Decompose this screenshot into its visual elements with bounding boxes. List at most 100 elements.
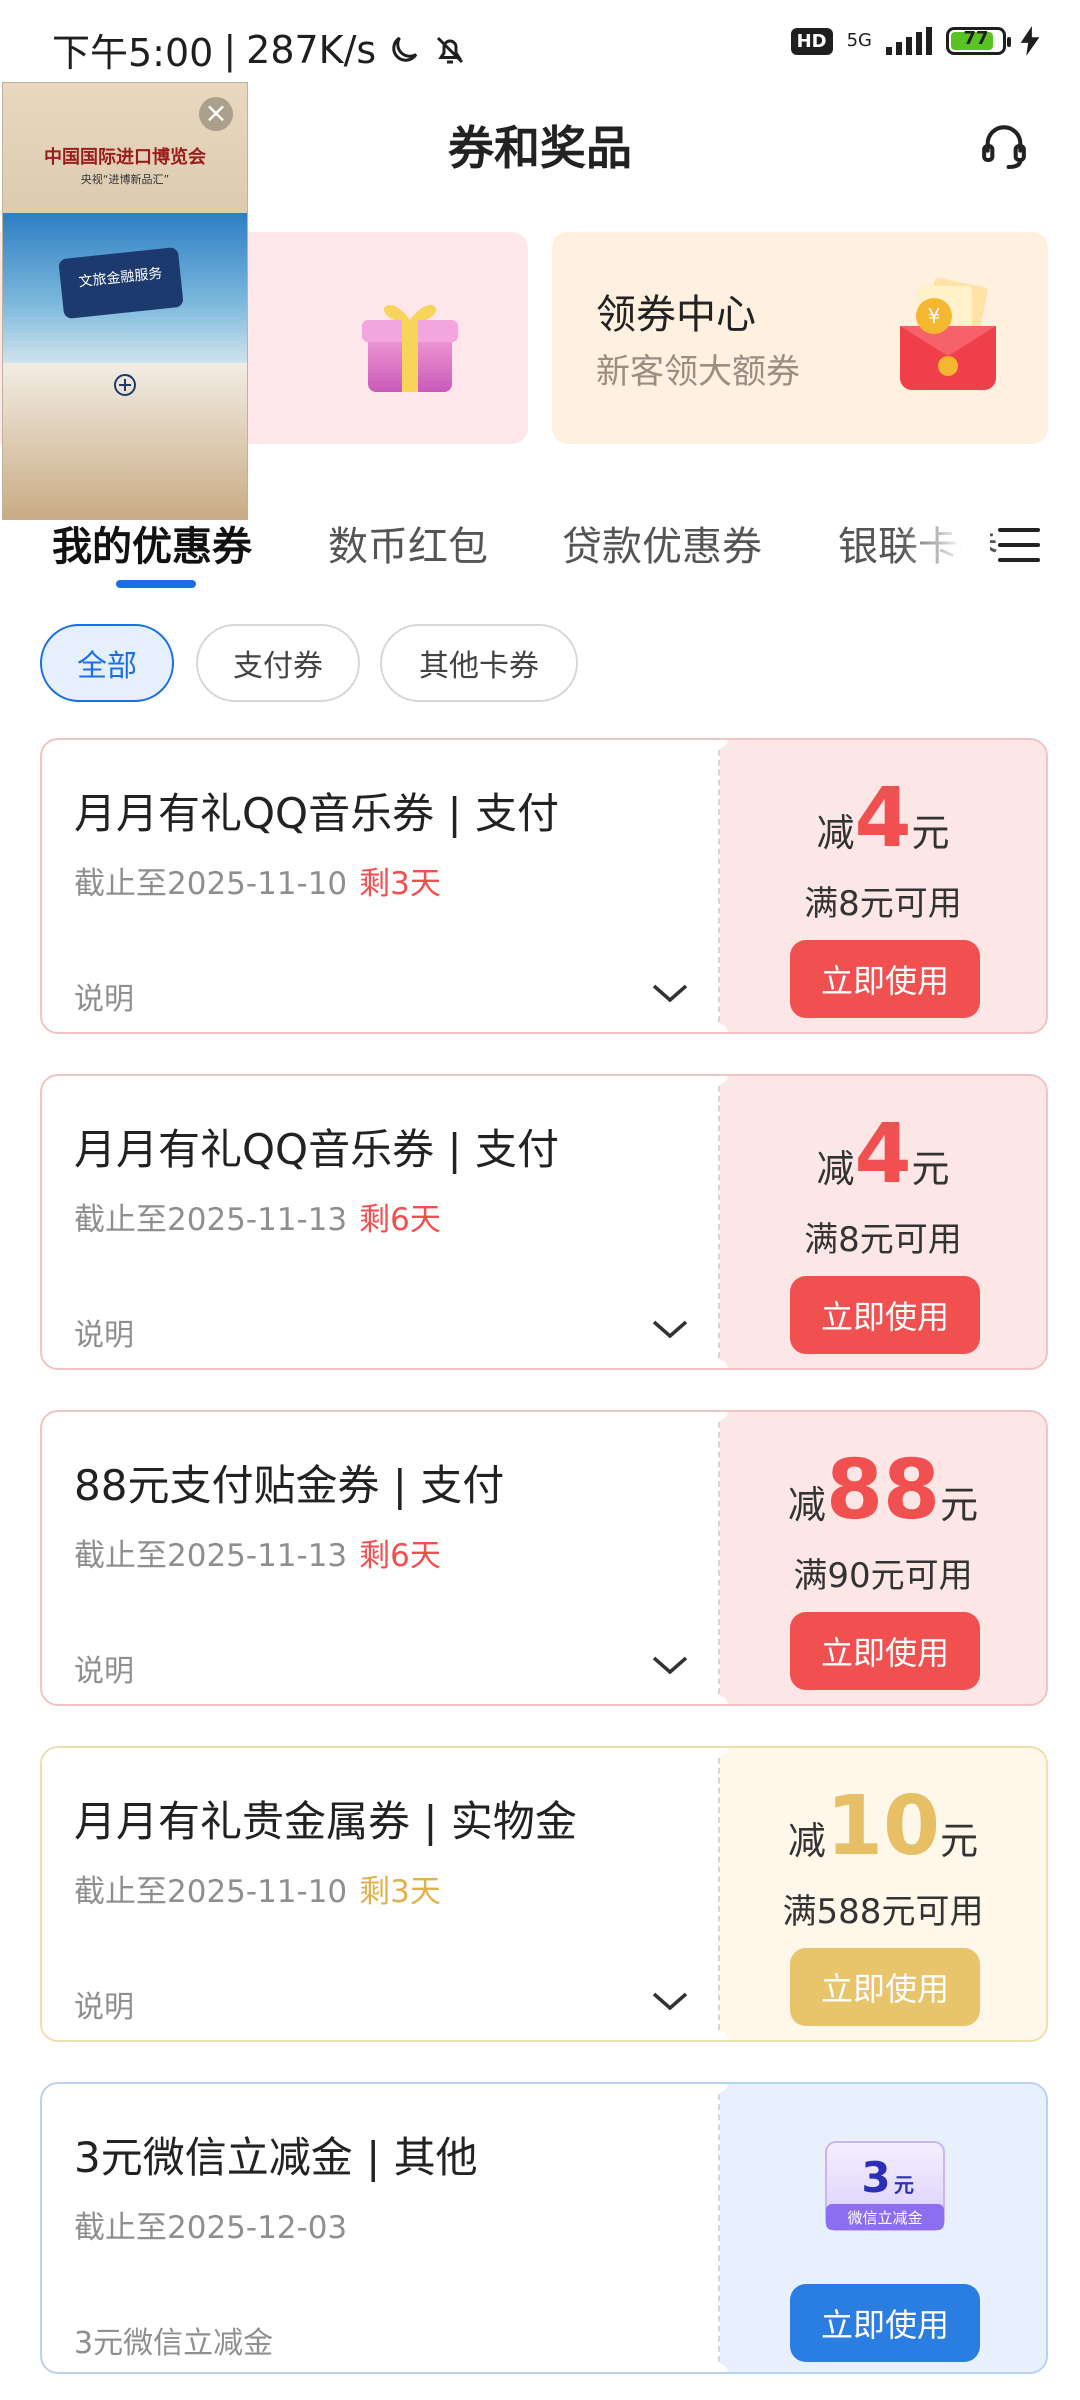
coupon-title: 月月有礼QQ音乐券 | 支付: [74, 789, 559, 838]
ad-close-button[interactable]: ×: [199, 97, 233, 131]
gift-icon: [362, 305, 458, 392]
coupon-tabs: 我的优惠券 数币红包 贷款优惠券 银联卡券: [0, 500, 1080, 600]
chevron-down-icon[interactable]: [650, 1988, 690, 2014]
use-now-button[interactable]: 立即使用: [790, 940, 980, 1018]
charging-icon: [1020, 26, 1040, 56]
use-now-button[interactable]: 立即使用: [790, 1276, 980, 1354]
bank-logo-icon: [3, 373, 247, 400]
coupon-condition: 满90元可用: [793, 1556, 973, 1596]
coupon-expiry: 截止至2025-12-03: [74, 2202, 347, 2247]
coupon-amount: 减88元: [720, 1450, 1046, 1532]
coupon-description-label: 说明: [74, 1990, 134, 2025]
use-now-button[interactable]: 立即使用: [790, 1948, 980, 2026]
chevron-down-icon[interactable]: [650, 1316, 690, 1342]
coupon-description-label: 说明: [74, 1654, 134, 1689]
coupon-divider: [718, 1748, 720, 2040]
status-time: 下午5:00: [52, 31, 214, 75]
coupon-amount-prefix: 减: [816, 811, 855, 855]
coupon-expiry-date: 截止至2025-12-03: [74, 2210, 348, 2246]
coupon-value-panel: 3 元 微信立减金 立即使用: [720, 2084, 1046, 2372]
ticket-unit: 元: [894, 2173, 914, 2197]
coupon-amount-prefix: 减: [787, 1819, 826, 1863]
coupon-amount-prefix: 减: [787, 1483, 826, 1527]
coupon-title: 3元微信立减金 | 其他: [74, 2133, 478, 2182]
coupon-condition: 满588元可用: [782, 1892, 984, 1932]
wechat-cash-ticket-icon: 3 元 微信立减金: [825, 2141, 945, 2231]
coupon-condition: 满8元可用: [804, 884, 962, 924]
coupon-divider: [718, 2084, 720, 2372]
coupon-expiry-date: 截止至2025-11-13: [74, 1538, 348, 1574]
coupon-card: 88元支付贴金券 | 支付 截止至2025-11-13 剩6天 说明 减88元 满…: [40, 1410, 1048, 1706]
promo-card-coupon-center[interactable]: 领券中心 新客领大额券 ¥: [552, 232, 1048, 444]
use-now-button[interactable]: 立即使用: [790, 1612, 980, 1690]
coupon-card: 3元微信立减金 | 其他 截止至2025-12-03 3元微信立减金 3 元 微…: [40, 2082, 1048, 2374]
coupon-card: 月月有礼QQ音乐券 | 支付 截止至2025-11-13 剩6天 说明 减4元 满…: [40, 1074, 1048, 1370]
filter-chip-other[interactable]: 其他卡券: [380, 624, 578, 702]
bell-off-icon: [437, 36, 464, 63]
coupon-expiry-date: 截止至2025-11-10: [74, 1874, 348, 1910]
coupon-value-panel: 减10元 满588元可用 立即使用: [720, 1748, 1046, 2040]
coupon-value-panel: 减4元 满8元可用 立即使用: [720, 1076, 1046, 1368]
coupon-divider: [718, 740, 720, 1032]
coupon-description-label: 说明: [74, 1318, 134, 1353]
status-speed: 287K/s: [246, 27, 377, 72]
tab-digital-red-envelope[interactable]: 数币红包: [328, 514, 488, 572]
coupon-amount-value: 10: [825, 1779, 941, 1874]
filter-chip-payment[interactable]: 支付券: [196, 624, 360, 702]
filter-chip-all[interactable]: 全部: [40, 624, 174, 702]
ad-badge-text: 文旅金融服务: [77, 265, 164, 291]
coupon-description-label: 说明: [74, 982, 134, 1017]
customer-service-icon[interactable]: [976, 118, 1032, 174]
coupon-info[interactable]: 月月有礼QQ音乐券 | 支付 截止至2025-11-10 剩3天 说明: [42, 740, 718, 1032]
coupon-amount-prefix: 减: [816, 1147, 855, 1191]
coupon-amount-suffix: 元: [911, 811, 950, 855]
coupon-card: 月月有礼QQ音乐券 | 支付 截止至2025-11-10 剩3天 说明 减4元 满…: [40, 738, 1048, 1034]
coupon-card: 月月有礼贵金属券 | 实物金 截止至2025-11-10 剩3天 说明 减10元 …: [40, 1746, 1048, 2042]
coupon-expiry: 截止至2025-11-13 剩6天: [74, 1194, 441, 1239]
coupon-center-title: 领券中心: [596, 292, 756, 338]
coupon-expiry: 截止至2025-11-10 剩3天: [74, 1866, 441, 1911]
coupon-amount: 减10元: [720, 1786, 1046, 1868]
svg-text:¥: ¥: [928, 304, 941, 328]
coupon-info[interactable]: 3元微信立减金 | 其他 截止至2025-12-03 3元微信立减金: [42, 2084, 718, 2372]
coupon-condition: 满8元可用: [804, 1220, 962, 1260]
coupon-title: 88元支付贴金券 | 支付: [74, 1461, 505, 1510]
tab-my-coupons[interactable]: 我的优惠券: [52, 514, 252, 572]
coupon-remaining-days: 剩6天: [359, 1202, 441, 1238]
ad-headline: 中国国际进口博览会: [44, 147, 206, 168]
coupon-title: 月月有礼贵金属券 | 实物金: [74, 1797, 577, 1846]
menu-icon[interactable]: [996, 522, 1042, 568]
coupon-title: 月月有礼QQ音乐券 | 支付: [74, 1125, 559, 1174]
status-right: HD 5G 77: [790, 26, 1040, 56]
coupon-amount-value: 4: [854, 1107, 912, 1202]
coupon-description-label: 3元微信立减金: [74, 2326, 274, 2361]
coupon-amount: 减4元: [720, 1114, 1046, 1196]
coupon-value-panel: 减4元 满8元可用 立即使用: [720, 740, 1046, 1032]
tab-active-indicator: [116, 580, 196, 588]
coupon-divider: [718, 1412, 720, 1704]
signal-icon: [886, 27, 932, 55]
coupon-center-subtitle: 新客领大额券: [596, 352, 800, 392]
ticket-amount: 3: [861, 2153, 890, 2202]
coupon-divider: [718, 1076, 720, 1368]
coupon-info[interactable]: 88元支付贴金券 | 支付 截止至2025-11-13 剩6天 说明: [42, 1412, 718, 1704]
floating-ad[interactable]: 中国国际进口博览会 央视“进博新品汇” 文旅金融服务 ×: [2, 82, 248, 520]
use-now-button[interactable]: 立即使用: [790, 2284, 980, 2362]
coupon-expiry: 截止至2025-11-10 剩3天: [74, 858, 441, 903]
coupon-amount-value: 4: [854, 771, 912, 866]
coupon-value-panel: 减88元 满90元可用 立即使用: [720, 1412, 1046, 1704]
coupon-remaining-days: 剩3天: [359, 1874, 441, 1910]
tab-loan-coupons[interactable]: 贷款优惠券: [562, 514, 762, 572]
ad-subline: 央视“进博新品汇”: [80, 173, 170, 186]
battery-level: 77: [963, 28, 989, 49]
coupon-amount-value: 88: [825, 1443, 941, 1538]
chevron-down-icon[interactable]: [650, 1652, 690, 1678]
coupon-remaining-days: 剩6天: [359, 1538, 441, 1574]
coupon-info[interactable]: 月月有礼贵金属券 | 实物金 截止至2025-11-10 剩3天 说明: [42, 1748, 718, 2040]
ad-badge: 文旅金融服务: [58, 246, 184, 320]
coupon-info[interactable]: 月月有礼QQ音乐券 | 支付 截止至2025-11-13 剩6天 说明: [42, 1076, 718, 1368]
status-left: 下午5:00 | 287K/s: [52, 22, 468, 77]
coupon-amount-suffix: 元: [940, 1819, 979, 1863]
coupon-expiry: 截止至2025-11-13 剩6天: [74, 1530, 441, 1575]
chevron-down-icon[interactable]: [650, 980, 690, 1006]
